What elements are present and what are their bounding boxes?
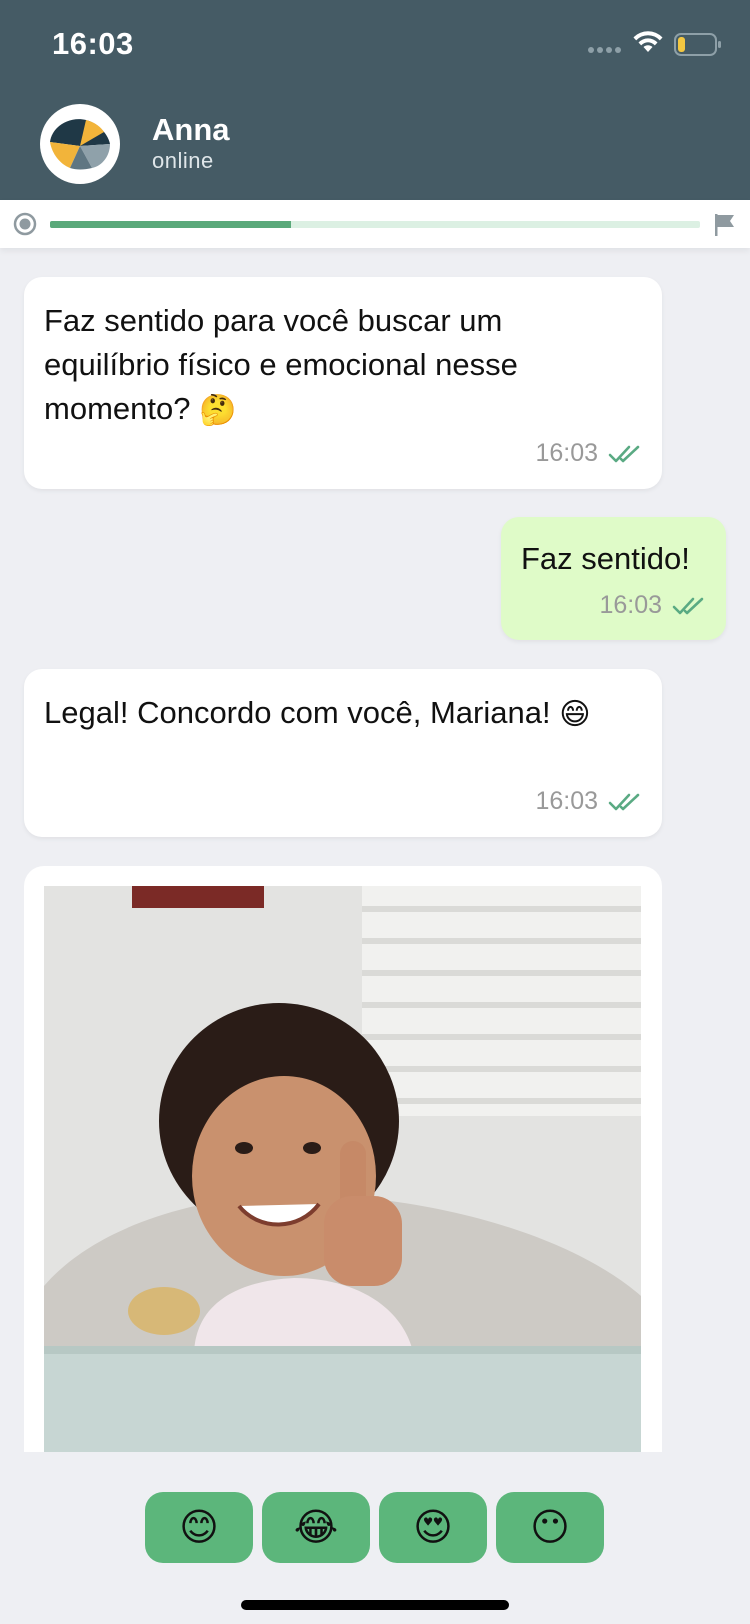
contact-status: online [152,148,214,173]
reaction-smile-button[interactable]: 😊 [145,1492,253,1563]
battery-icon [674,33,721,56]
message-text: Faz sentido! [521,541,690,576]
chat-header: 16:03 Anna online [0,0,750,200]
reaction-buttons: 😊 😂 😍 😶 [145,1492,604,1563]
message-time: 16:03 [535,439,598,467]
contact-name: Anna [152,112,230,147]
message-text: Faz sentido para você buscar um equilíbr… [44,303,518,426]
avatar-logo-icon [50,119,110,170]
message-time: 16:03 [599,591,662,619]
read-ticks-icon [608,445,640,462]
incoming-message[interactable]: Legal! Concordo com você, Mariana! 😄 16:… [24,669,662,837]
cellular-signal-icon [588,47,621,53]
reaction-laugh-button[interactable]: 😂 [262,1492,370,1563]
status-bar-time: 16:03 [52,26,134,61]
reaction-no-mouth-button[interactable]: 😶 [496,1492,604,1563]
conversation-progress [0,200,750,248]
contact-avatar[interactable] [40,104,120,184]
message-text: Legal! Concordo com você, Mariana! [44,695,551,730]
read-ticks-icon [672,597,704,614]
thumbs-up-gif[interactable] [44,886,641,1466]
start-point-icon [13,212,37,236]
reaction-heart-eyes-button[interactable]: 😍 [379,1492,487,1563]
wifi-icon [633,31,663,52]
incoming-message[interactable]: Faz sentido para você buscar um equilíbr… [24,277,662,489]
outgoing-message[interactable]: Faz sentido! 16:03 [501,517,726,640]
progress-fill [50,221,291,228]
grinning-emoji: 😄 [559,697,591,731]
home-indicator[interactable] [241,1600,509,1610]
child-thumbs-up-illustration [44,886,641,1466]
read-ticks-icon [608,793,640,810]
thinking-emoji: 🤔 [199,393,237,427]
message-time: 16:03 [535,787,598,815]
progress-track [50,221,700,228]
finish-flag-icon [715,214,734,236]
quick-reactions-bar: 😊 😂 😍 😶 [0,1452,750,1624]
